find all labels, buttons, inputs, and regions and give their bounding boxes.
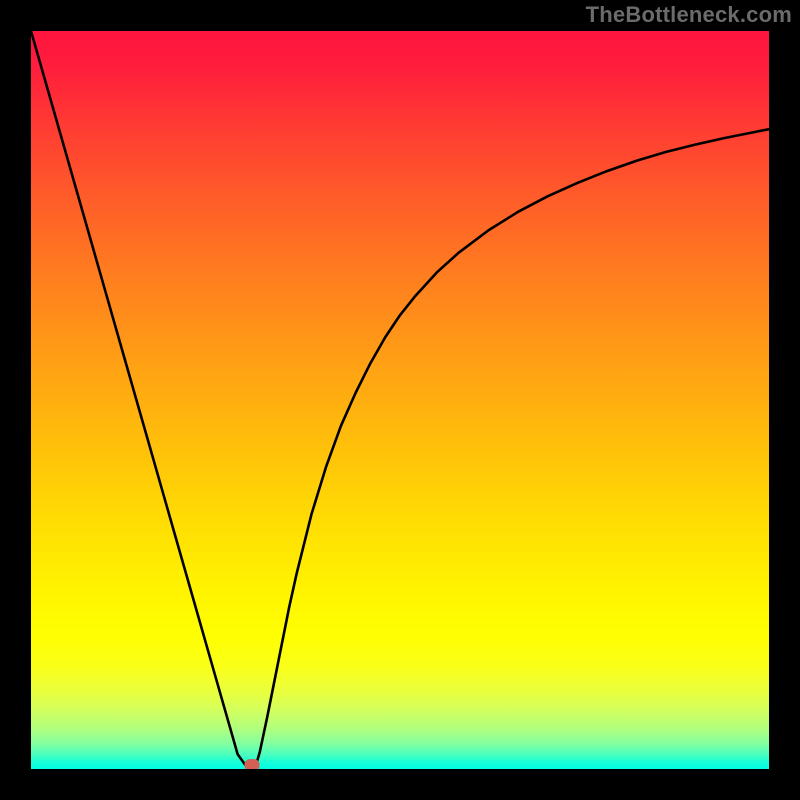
plot-area	[31, 31, 769, 769]
watermark-text: TheBottleneck.com	[586, 2, 792, 28]
chart-frame: TheBottleneck.com	[0, 0, 800, 800]
bottleneck-curve	[31, 31, 769, 769]
optimal-point-marker	[245, 759, 260, 769]
